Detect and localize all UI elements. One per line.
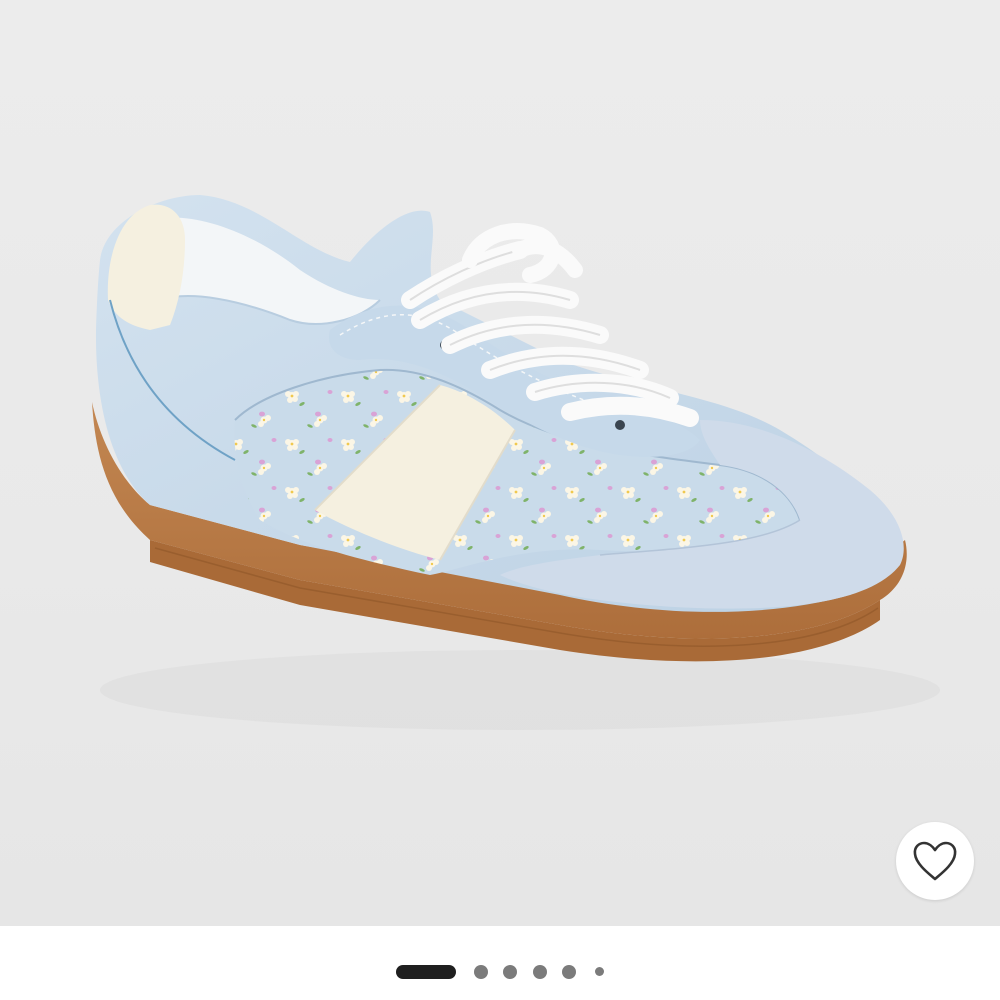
carousel-pagination [0, 952, 1000, 992]
product-image-carousel[interactable] [0, 0, 1000, 926]
sneaker-product-image [92, 195, 940, 730]
pagination-dot-6[interactable] [595, 967, 604, 976]
pagination-dot-3[interactable] [503, 965, 517, 979]
heart-outline-icon [913, 841, 957, 881]
favorite-button[interactable] [896, 822, 974, 900]
pagination-dot-4[interactable] [533, 965, 547, 979]
pagination-dot-2[interactable] [474, 965, 488, 979]
pagination-dot-5[interactable] [562, 965, 576, 979]
pagination-dot-1-active[interactable] [396, 965, 456, 979]
product-gallery-page [0, 0, 1000, 1000]
